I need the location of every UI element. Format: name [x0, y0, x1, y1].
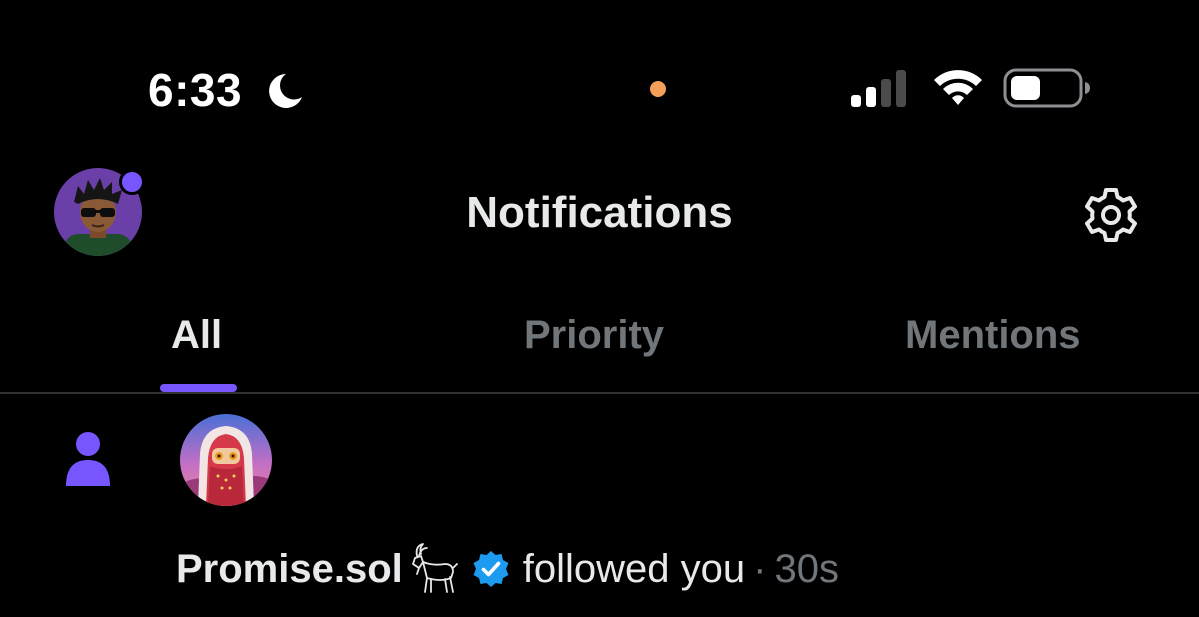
- notification-tabs: All Priority Mentions: [0, 290, 1199, 394]
- notification-item[interactable]: Promise.sol followed you · 30s: [0, 394, 1199, 617]
- gear-icon[interactable]: [1080, 184, 1142, 246]
- person-icon: [66, 432, 110, 486]
- goat-icon: [411, 543, 458, 593]
- status-time: 6:33: [148, 64, 243, 116]
- notification-text: Promise.sol followed you · 30s: [176, 542, 839, 596]
- tab-priority[interactable]: Priority: [524, 310, 664, 360]
- moon-icon: [269, 74, 302, 108]
- notification-action: followed you: [522, 547, 746, 591]
- follower-avatar[interactable]: [180, 414, 272, 506]
- cellular-signal-icon: [851, 70, 906, 107]
- notification-time: 30s: [774, 547, 839, 591]
- privacy-indicator-dot: [650, 81, 666, 97]
- separator-dot: ·: [753, 547, 767, 591]
- battery-icon: [1003, 68, 1090, 108]
- follower-name[interactable]: Promise.sol: [176, 543, 403, 595]
- verified-badge-icon: [473, 551, 509, 587]
- wifi-icon: [934, 70, 982, 105]
- active-tab-indicator: [160, 384, 237, 392]
- tab-mentions[interactable]: Mentions: [905, 310, 1081, 360]
- page-title: Notifications: [466, 188, 733, 237]
- tab-all[interactable]: All: [171, 310, 222, 360]
- notifications-screen: 6:33 Notifications All Priority Mentions…: [0, 0, 1199, 617]
